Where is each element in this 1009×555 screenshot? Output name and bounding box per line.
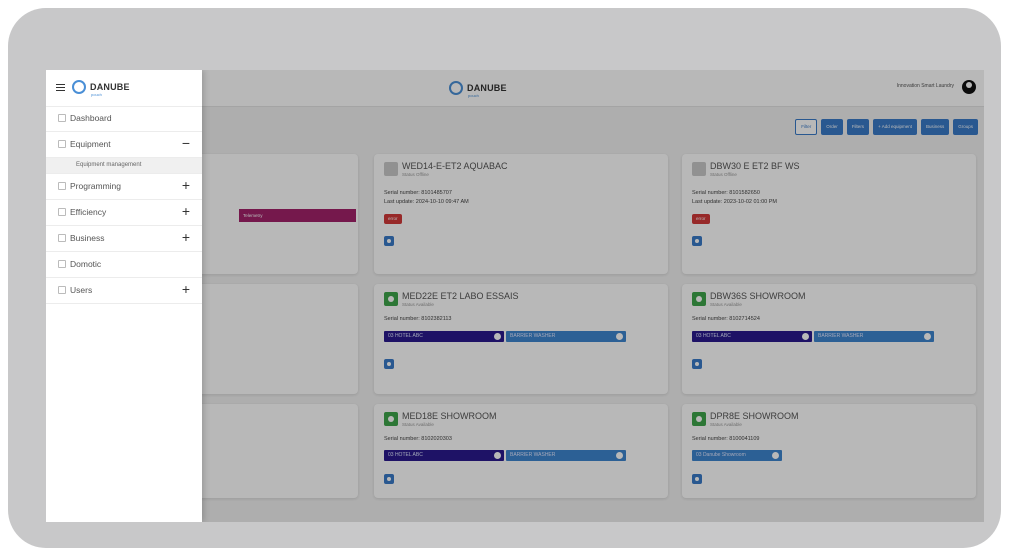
sidebar-item-label: Equipment xyxy=(70,139,111,149)
sidebar-item-domotic[interactable]: Domotic xyxy=(46,252,202,278)
sidebar-item-users[interactable]: Users + xyxy=(46,278,202,304)
sidebar-item-label: Business xyxy=(70,233,105,243)
app-screen: DANUBE pouch Innovation Smart Laundry Fi… xyxy=(46,70,984,522)
expand-icon[interactable]: + xyxy=(182,229,190,245)
dashboard-icon xyxy=(58,114,66,122)
sidebar-subitem-label: Equipment management xyxy=(76,162,142,168)
efficiency-icon xyxy=(58,208,66,216)
brand-sub: pouch xyxy=(91,92,102,97)
sidebar-item-programming[interactable]: Programming + xyxy=(46,174,202,200)
domotic-icon xyxy=(58,260,66,268)
sidebar-item-label: Dashboard xyxy=(70,113,112,123)
brand-name: DANUBE xyxy=(90,82,130,92)
sidebar: DANUBE pouch Dashboard Equipment − Equip… xyxy=(46,70,202,522)
expand-icon[interactable]: + xyxy=(182,203,190,219)
sidebar-item-label: Users xyxy=(70,285,93,295)
expand-icon[interactable]: + xyxy=(182,281,190,297)
brand-logo[interactable]: DANUBE pouch xyxy=(72,80,130,97)
modal-backdrop[interactable] xyxy=(202,70,984,522)
equipment-icon xyxy=(58,140,66,148)
sidebar-item-dashboard[interactable]: Dashboard xyxy=(46,106,202,132)
sidebar-item-label: Domotic xyxy=(70,259,102,269)
sidebar-subitem-equipment-management[interactable]: Equipment management xyxy=(46,158,202,174)
danube-logo-icon xyxy=(72,80,86,94)
sidebar-item-equipment[interactable]: Equipment − xyxy=(46,132,202,158)
sidebar-item-efficiency[interactable]: Efficiency + xyxy=(46,200,202,226)
users-icon xyxy=(58,286,66,294)
menu-icon[interactable] xyxy=(56,84,65,91)
sidebar-item-label: Efficiency xyxy=(70,207,107,217)
programming-icon xyxy=(58,182,66,190)
expand-icon[interactable]: + xyxy=(182,177,190,193)
business-icon xyxy=(58,234,66,242)
device-frame: DANUBE pouch Innovation Smart Laundry Fi… xyxy=(8,8,1001,548)
sidebar-header: DANUBE pouch xyxy=(46,70,202,107)
sidebar-item-label: Programming xyxy=(70,181,122,191)
collapse-icon[interactable]: − xyxy=(182,135,190,151)
sidebar-item-business[interactable]: Business + xyxy=(46,226,202,252)
